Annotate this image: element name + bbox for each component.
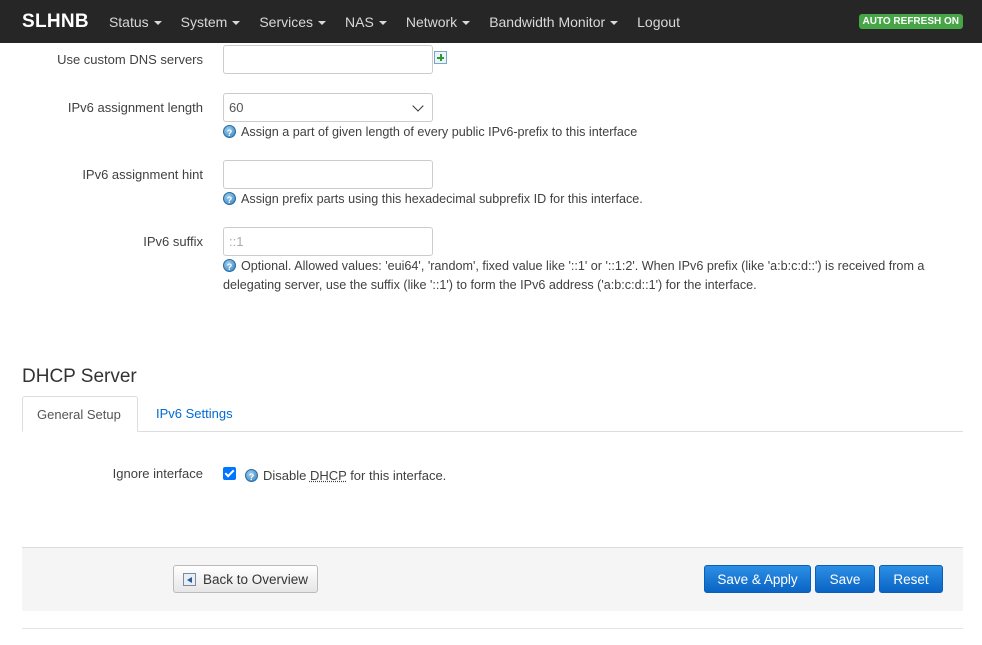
caret-down-icon [232, 20, 241, 25]
reset-button[interactable]: Reset [879, 565, 943, 593]
ipv6-suffix-help: Optional. Allowed values: 'eui64', 'rand… [223, 257, 958, 295]
brand-title[interactable]: SLHNB [22, 11, 89, 33]
ipv6-hint-help: Assign prefix parts using this hexadecim… [223, 190, 643, 210]
menu-network-label: Network [405, 13, 458, 30]
menu-services-label: Services [259, 13, 314, 30]
menu-status-label: Status [108, 13, 149, 30]
back-arrow-icon [182, 572, 196, 586]
ipv6-length-label: IPv6 assignment length [67, 100, 203, 115]
ipv6-suffix-help-line1: Optional. Allowed values: 'eui64', 'rand… [241, 259, 925, 273]
menu-bandwidth-monitor-label: Bandwidth Monitor [489, 13, 606, 30]
bottom-divider [22, 628, 963, 629]
ignore-interface-help: Disable DHCP for this interface. [245, 466, 447, 487]
caret-down-icon [153, 20, 162, 25]
tab-general-setup[interactable]: General Setup [22, 396, 138, 432]
chevron-down-icon [412, 99, 424, 112]
ipv6-suffix-input[interactable]: ::1 [223, 227, 433, 256]
help-icon [223, 258, 236, 277]
ipv6-hint-help-text: Assign prefix parts using this hexadecim… [241, 192, 643, 206]
ignore-help-pre: Disable [263, 468, 310, 483]
help-icon [245, 468, 258, 487]
caret-down-icon [318, 20, 327, 25]
logout-link[interactable]: Logout [637, 14, 680, 30]
menu-network[interactable]: Network [405, 13, 471, 30]
add-icon[interactable] [434, 51, 447, 64]
caret-down-icon [378, 20, 387, 25]
ignore-interface-label: Ignore interface [112, 466, 203, 481]
ipv6-suffix-help-line2: delegating server, use the suffix (like … [223, 278, 757, 292]
dns-label: Use custom DNS servers [57, 52, 203, 67]
ipv6-suffix-label: IPv6 suffix [143, 234, 203, 249]
help-icon [223, 191, 236, 210]
auto-refresh-badge[interactable]: AUTO REFRESH ON [858, 14, 963, 29]
ipv6-length-value: 60 [229, 100, 244, 115]
caret-down-icon [610, 20, 619, 25]
ipv6-length-select[interactable]: 60 [223, 93, 433, 122]
dhcp-abbr: DHCP [309, 468, 347, 483]
save-apply-button[interactable]: Save & Apply [704, 565, 811, 593]
dns-input[interactable] [223, 45, 433, 74]
ipv6-hint-label: IPv6 assignment hint [82, 167, 203, 182]
menu-nas-label: NAS [345, 13, 374, 30]
back-to-overview-button[interactable]: Back to Overview [173, 565, 318, 593]
menu-system[interactable]: System [181, 14, 241, 30]
menu-bandwidth-monitor[interactable]: Bandwidth Monitor [489, 13, 619, 30]
ignore-help-post: for this interface. [346, 468, 447, 483]
top-navbar: SLHNB Status System Services NAS Network… [0, 0, 982, 43]
caret-down-icon [462, 20, 471, 25]
ignore-interface-checkbox[interactable] [223, 467, 236, 480]
help-icon [223, 124, 236, 143]
tab-ipv6-settings[interactable]: IPv6 Settings [142, 396, 247, 432]
menu-status[interactable]: Status [109, 14, 162, 30]
back-to-overview-label: Back to Overview [202, 571, 309, 587]
ipv6-length-help: Assign a part of given length of every p… [223, 123, 638, 143]
menu-nas[interactable]: NAS [345, 14, 387, 30]
menu-system-label: System [180, 13, 228, 30]
save-button[interactable]: Save [815, 565, 875, 593]
menu-services[interactable]: Services [259, 13, 327, 30]
dhcp-section-title: DHCP Server [22, 366, 137, 387]
ipv6-hint-input[interactable] [223, 160, 433, 189]
ipv6-length-help-text: Assign a part of given length of every p… [241, 125, 638, 139]
